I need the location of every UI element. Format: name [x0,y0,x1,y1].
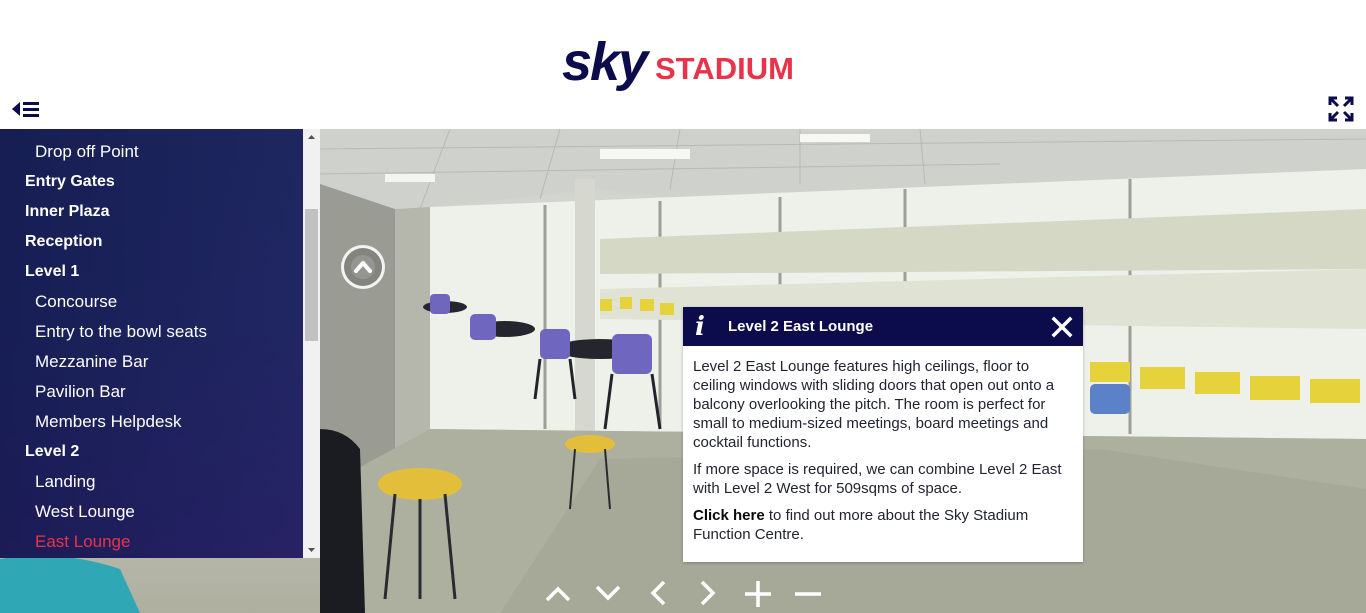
tilt-up-icon[interactable] [542,578,574,608]
sidebar-item-reception[interactable]: Reception [25,227,102,257]
click-here-link[interactable]: Click here [693,507,765,524]
scroll-up-arrow-icon[interactable] [303,129,320,146]
sidebar-item-inner-plaza[interactable]: Inner Plaza [25,197,109,227]
menu-collapse-icon[interactable] [10,97,42,123]
popup-body: Level 2 East Lounge features high ceilin… [693,357,1073,552]
move-forward-hotspot-icon[interactable] [341,245,385,289]
header: sky STADIUM [0,0,1366,129]
pano-controls [540,578,830,608]
scroll-down-arrow-icon[interactable] [303,541,320,558]
zoom-in-icon[interactable] [742,578,774,608]
tilt-down-icon[interactable] [592,578,624,608]
close-icon[interactable] [1050,315,1074,339]
fullscreen-icon[interactable] [1326,94,1356,124]
sidebar-item-entry-bowl-seats[interactable]: Entry to the bowl seats [35,317,207,347]
popup-header: i Level 2 East Lounge [683,307,1083,346]
info-icon: i [695,312,705,342]
sidebar-item-pavilion-bar[interactable]: Pavilion Bar [35,377,126,407]
sidebar-item-concourse[interactable]: Concourse [35,287,117,317]
sidebar-item-entry-gates[interactable]: Entry Gates [25,167,115,197]
sidebar-scrollbar[interactable] [303,129,320,558]
pan-right-icon[interactable] [692,578,724,608]
sidebar-item-members-helpdesk[interactable]: Members Helpdesk [35,407,181,437]
popup-title: Level 2 East Lounge [728,318,874,335]
sidebar-item-drop-off-point[interactable]: Drop off Point [35,137,139,167]
scrollbar-thumb[interactable] [305,209,318,341]
sidebar-item-level-2[interactable]: Level 2 [25,437,79,467]
sidebar-item-landing[interactable]: Landing [35,467,96,497]
logo-sky-text: sky [562,32,651,92]
popup-paragraph-1: Level 2 East Lounge features high ceilin… [693,358,1055,451]
popup-paragraph-3: Click here to find out more about the Sk… [693,506,1073,544]
sidebar-item-mezzanine-bar[interactable]: Mezzanine Bar [35,347,148,377]
sidebar-item-west-lounge[interactable]: West Lounge [35,497,135,527]
logo-stadium-text: STADIUM [655,51,794,86]
zoom-out-icon[interactable] [792,578,824,608]
pan-left-icon[interactable] [642,578,674,608]
sky-stadium-logo: sky STADIUM [562,28,812,94]
sidebar: Drop off Point Entry Gates Inner Plaza R… [0,129,320,558]
popup-paragraph-2: If more space is required, we can combin… [693,461,1062,497]
sidebar-item-east-lounge[interactable]: East Lounge [35,527,130,557]
sidebar-item-level-1[interactable]: Level 1 [25,257,79,287]
info-popup: i Level 2 East Lounge Level 2 East Loung… [683,307,1083,562]
